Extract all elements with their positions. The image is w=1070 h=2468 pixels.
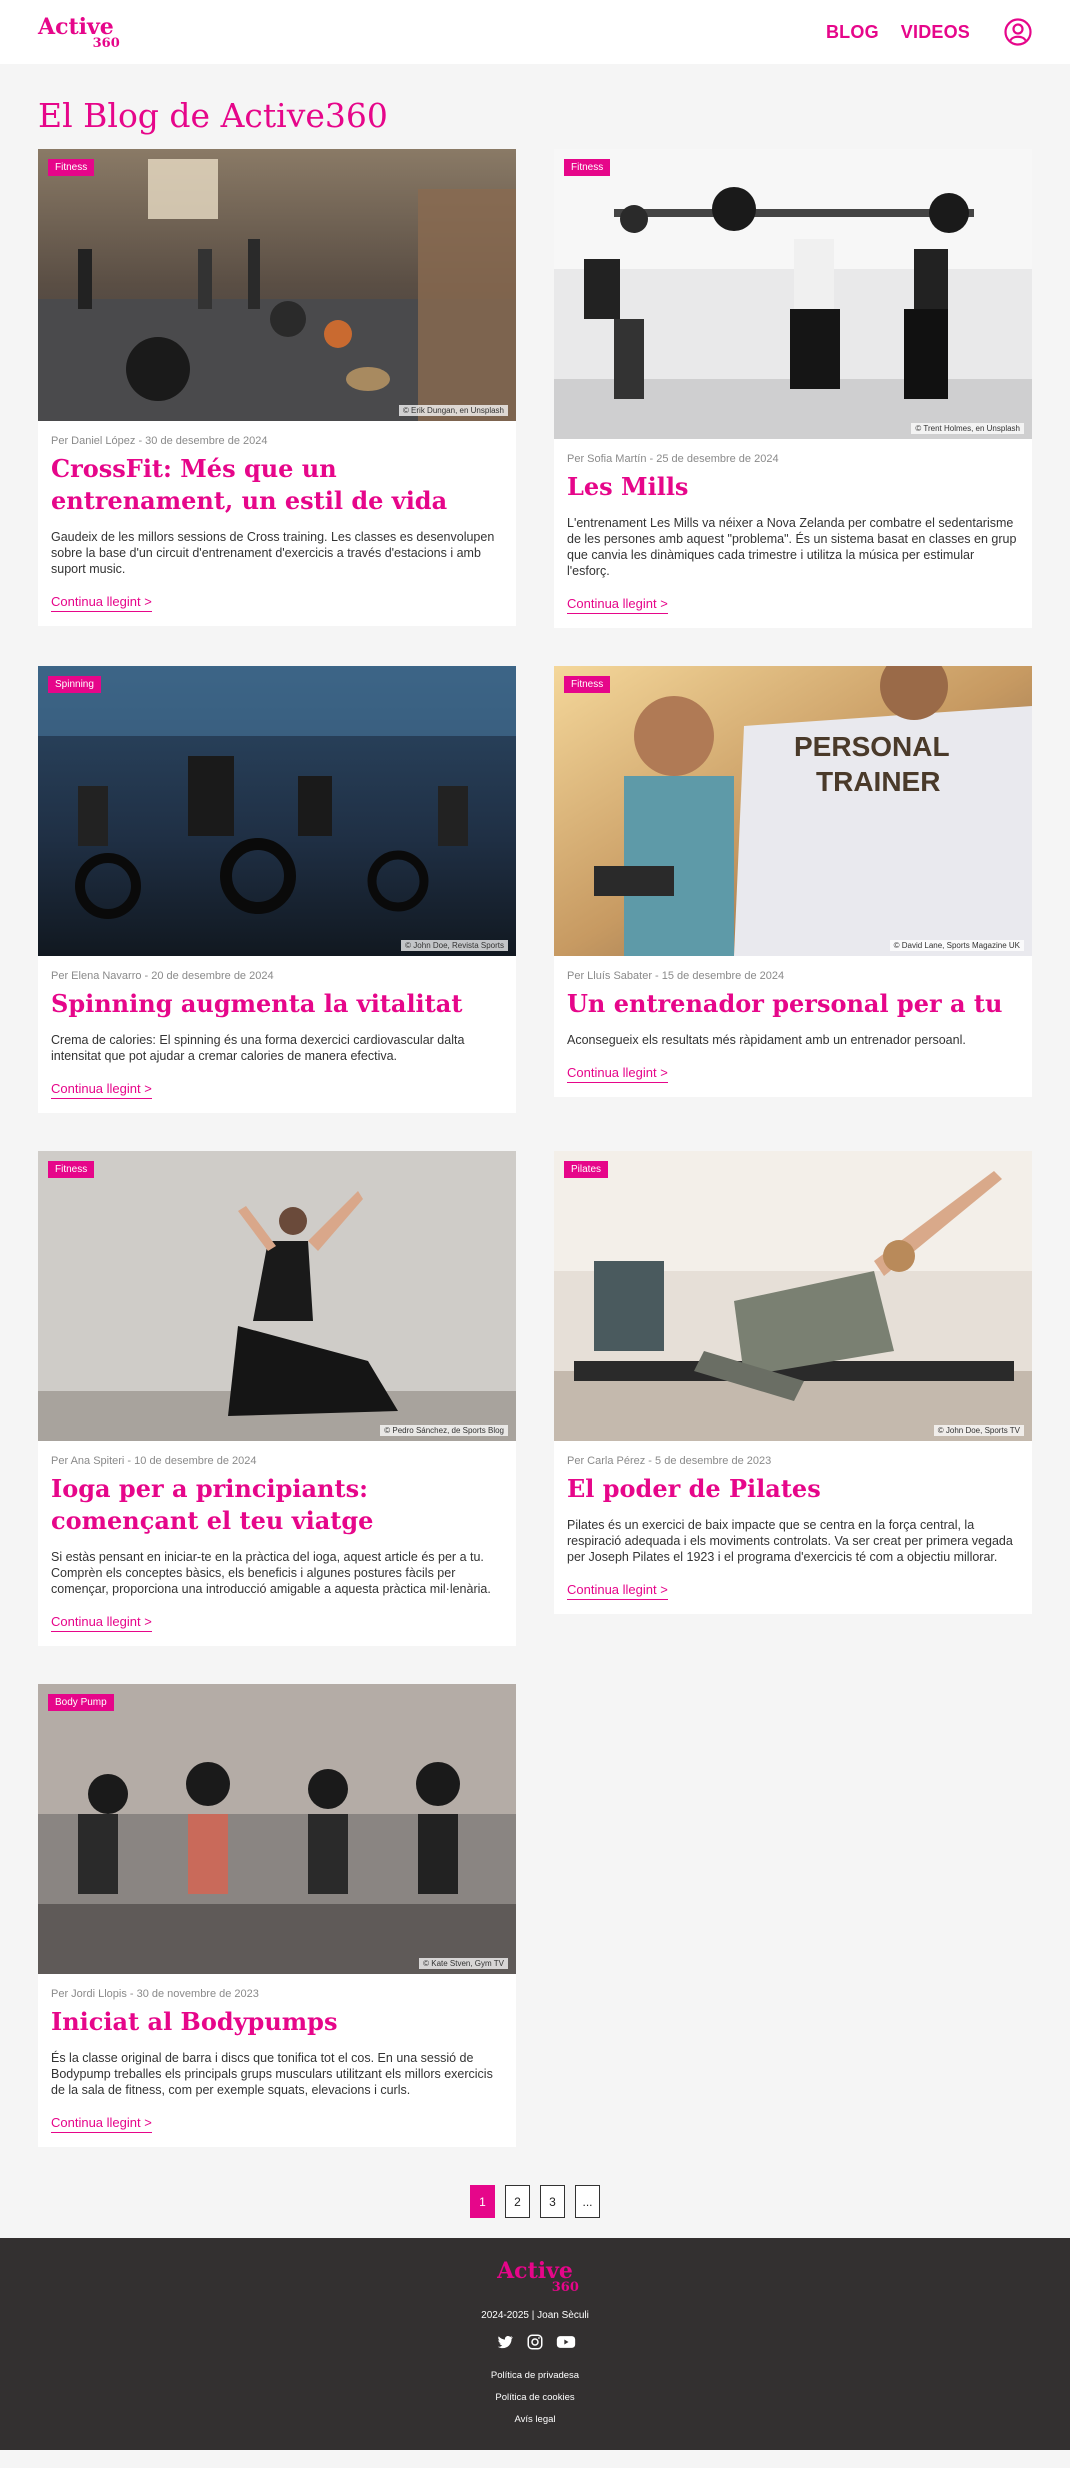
category-tag[interactable]: Pilates <box>564 1161 609 1178</box>
image-credit: © Trent Holmes, en Unsplash <box>911 423 1024 434</box>
post-card: Fitness © Erik Dungan, en Unsplash Per D… <box>38 149 516 626</box>
category-tag[interactable]: Fitness <box>564 159 611 176</box>
post-body: Per Carla Pérez - 5 de desembre de 2023 … <box>554 1441 1032 1614</box>
posts-grid: Fitness © Erik Dungan, en Unsplash Per D… <box>38 149 1032 2147</box>
post-body: Per Sofia Martín - 25 de desembre de 202… <box>554 439 1032 628</box>
post-excerpt: Crema de calories: El spinning és una fo… <box>51 1033 465 1063</box>
nav-videos-link[interactable]: VIDEOS <box>901 22 970 43</box>
post-card: Fitness © Trent Holmes, en Unsplash Per … <box>554 149 1032 628</box>
post-meta: Per Sofia Martín - 25 de desembre de 202… <box>567 453 779 465</box>
category-tag[interactable]: Fitness <box>48 159 95 176</box>
cookies-policy-link[interactable]: Política de cookies <box>0 2387 1070 2409</box>
post-image[interactable]: Pilates © John Doe, Sports TV <box>554 1151 1032 1441</box>
post-title[interactable]: Spinning augmenta la vitalitat <box>51 988 503 1020</box>
post-meta: Per Ana Spiteri - 10 de desembre de 2024 <box>51 1455 257 1467</box>
post-body: Per Daniel López - 30 de desembre de 202… <box>38 421 516 626</box>
post-title[interactable]: Un entrenador personal per a tu <box>567 988 1019 1020</box>
social-links <box>0 2333 1070 2351</box>
post-title[interactable]: El poder de Pilates <box>567 1473 1019 1505</box>
post-body: Per Ana Spiteri - 10 de desembre de 2024… <box>38 1441 516 1646</box>
blog-main: El Blog de Active360 Fitness © Erik Dung… <box>0 96 1070 2218</box>
svg-text:TRAINER: TRAINER <box>816 766 940 797</box>
copyright: 2024-2025 | Joan Sèculi <box>481 2310 589 2321</box>
post-meta: Per Jordi Llopis - 30 de novembre de 202… <box>51 1988 259 2000</box>
youtube-icon[interactable] <box>556 2333 576 2351</box>
post-image[interactable]: Spinning © John Doe, Revista Sports <box>38 666 516 956</box>
post-card: Spinning © John Doe, Revista Sports Per … <box>38 666 516 1113</box>
post-image[interactable]: Body Pump © Kate Stven, Gym TV <box>38 1684 516 1974</box>
post-card: Body Pump © Kate Stven, Gym TV Per Jordi… <box>38 1684 516 2147</box>
footer-links: Política de privadesa Política de cookie… <box>0 2365 1070 2431</box>
post-meta: Per Daniel López - 30 de desembre de 202… <box>51 435 268 447</box>
post-title[interactable]: CrossFit: Més que un entrenament, un est… <box>51 453 503 517</box>
page-3-button[interactable]: 3 <box>540 2185 565 2218</box>
post-excerpt: L'entrenament Les Mills va néixer a Nova… <box>567 516 1017 578</box>
post-body: Per Elena Navarro - 20 de desembre de 20… <box>38 956 516 1113</box>
post-title[interactable]: Ioga per a principiants: començant el te… <box>51 1473 503 1537</box>
post-meta: Per Carla Pérez - 5 de desembre de 2023 <box>567 1455 772 1467</box>
category-tag[interactable]: Fitness <box>564 676 611 693</box>
post-card: PERSONAL TRAINER Fitness © David Lane, S… <box>554 666 1032 1097</box>
post-body: Per Jordi Llopis - 30 de novembre de 202… <box>38 1974 516 2147</box>
footer-logo-sub: 360 <box>551 2280 579 2295</box>
site-header: Active 360 BLOG VIDEOS <box>0 0 1070 64</box>
svg-text:PERSONAL: PERSONAL <box>794 731 950 762</box>
user-icon[interactable] <box>1004 18 1032 46</box>
logo-sub: 360 <box>92 36 120 51</box>
post-title[interactable]: Iniciat al Bodypumps <box>51 2006 503 2038</box>
read-more-link[interactable]: Continua llegint > <box>51 2115 152 2133</box>
read-more-link[interactable]: Continua llegint > <box>567 1582 668 1600</box>
image-credit: © Kate Stven, Gym TV <box>419 1958 508 1969</box>
post-excerpt: És la classe original de barra i discs q… <box>51 2051 493 2097</box>
page-more-button[interactable]: ... <box>575 2185 600 2218</box>
category-tag[interactable]: Spinning <box>48 676 101 693</box>
post-excerpt: Pilates és un exercici de baix impacte q… <box>567 1518 1013 1564</box>
post-card: Fitness © Pedro Sánchez, de Sports Blog … <box>38 1151 516 1646</box>
post-image[interactable]: Fitness © Erik Dungan, en Unsplash <box>38 149 516 421</box>
read-more-link[interactable]: Continua llegint > <box>567 596 668 614</box>
post-excerpt: Aconsegueix els resultats més ràpidament… <box>567 1033 966 1047</box>
privacy-policy-link[interactable]: Política de privadesa <box>0 2365 1070 2387</box>
footer-logo[interactable]: Active 360 <box>497 2260 579 2294</box>
post-excerpt: Gaudeix de les millors sessions de Cross… <box>51 530 495 576</box>
page-2-button[interactable]: 2 <box>505 2185 530 2218</box>
read-more-link[interactable]: Continua llegint > <box>51 1614 152 1632</box>
site-logo[interactable]: Active 360 <box>38 16 120 50</box>
image-credit: © John Doe, Revista Sports <box>401 940 508 951</box>
post-card: Pilates © John Doe, Sports TV Per Carla … <box>554 1151 1032 1614</box>
page-title: El Blog de Active360 <box>38 96 388 135</box>
main-nav: BLOG VIDEOS <box>826 18 1032 46</box>
image-credit: © Pedro Sánchez, de Sports Blog <box>380 1425 508 1436</box>
post-image[interactable]: Fitness © Pedro Sánchez, de Sports Blog <box>38 1151 516 1441</box>
instagram-icon[interactable] <box>526 2333 544 2351</box>
twitter-icon[interactable] <box>496 2333 514 2351</box>
image-credit: © John Doe, Sports TV <box>933 1425 1024 1436</box>
post-excerpt: Si estàs pensant en iniciar-te en la prà… <box>51 1550 491 1596</box>
read-more-link[interactable]: Continua llegint > <box>567 1065 668 1083</box>
category-tag[interactable]: Fitness <box>48 1161 95 1178</box>
nav-blog-link[interactable]: BLOG <box>826 22 879 43</box>
post-meta: Per Elena Navarro - 20 de desembre de 20… <box>51 970 274 982</box>
category-tag[interactable]: Body Pump <box>48 1694 114 1711</box>
post-title[interactable]: Les Mills <box>567 471 1019 503</box>
legal-notice-link[interactable]: Avís legal <box>0 2409 1070 2431</box>
pagination: 1 2 3 ... <box>38 2185 1032 2218</box>
page-1-button[interactable]: 1 <box>470 2185 495 2218</box>
site-footer: Active 360 2024-2025 | Joan Sèculi Polít… <box>0 2238 1070 2450</box>
image-credit: © Erik Dungan, en Unsplash <box>398 405 508 416</box>
post-meta: Per Lluís Sabater - 15 de desembre de 20… <box>567 970 785 982</box>
image-credit: © David Lane, Sports Magazine UK <box>889 940 1024 951</box>
read-more-link[interactable]: Continua llegint > <box>51 1081 152 1099</box>
post-image[interactable]: Fitness © Trent Holmes, en Unsplash <box>554 149 1032 439</box>
read-more-link[interactable]: Continua llegint > <box>51 594 152 612</box>
post-image[interactable]: PERSONAL TRAINER Fitness © David Lane, S… <box>554 666 1032 956</box>
post-body: Per Lluís Sabater - 15 de desembre de 20… <box>554 956 1032 1097</box>
